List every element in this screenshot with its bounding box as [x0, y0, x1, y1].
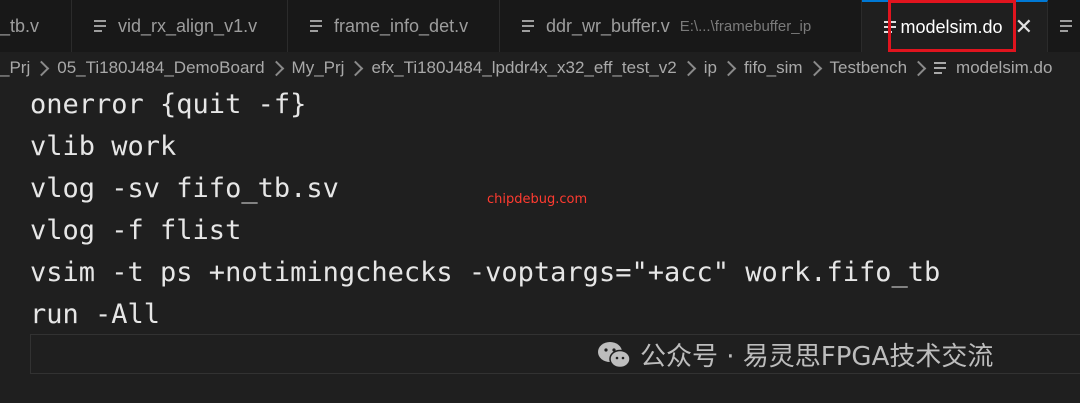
- chevron-right-icon: [33, 60, 50, 76]
- tab-label: modelsim.do: [900, 16, 1003, 37]
- close-icon[interactable]: ✕: [1015, 14, 1033, 40]
- code-line[interactable]: run -All: [30, 294, 160, 336]
- tab-label: _tb.v: [0, 15, 40, 36]
- tab-modelsim-do[interactable]: modelsim.do ✕: [862, 0, 1048, 52]
- code-line[interactable]: onerror {quit -f}: [30, 84, 306, 126]
- breadcrumb: _Prj 05_Ti180J484_DemoBoard My_Prj efx_T…: [0, 52, 1080, 84]
- breadcrumb-item-current[interactable]: modelsim.do: [956, 58, 1052, 78]
- channel-watermark: 公众号 · 易灵思FPGA技术交流: [596, 336, 993, 373]
- breadcrumb-item[interactable]: _Prj: [0, 58, 30, 78]
- tab-path-description: E:\...\framebuffer_ip: [679, 17, 812, 35]
- code-line[interactable]: vlog -f flist: [30, 210, 241, 252]
- breadcrumb-item[interactable]: fifo_sim: [744, 58, 803, 78]
- tab-overflow[interactable]: [1048, 0, 1080, 52]
- wechat-icon: [598, 341, 631, 368]
- chevron-right-icon: [910, 60, 927, 76]
- tab-tb-v[interactable]: _tb.v: [0, 0, 72, 52]
- code-line[interactable]: vlog -sv fifo_tb.sv: [30, 168, 339, 210]
- file-lines-icon: [934, 61, 947, 75]
- chevron-right-icon: [348, 60, 364, 76]
- tab-ddr-wr-buffer[interactable]: ddr_wr_buffer.v E:\...\framebuffer_ip: [500, 0, 862, 52]
- channel-watermark-text: 公众号 · 易灵思FPGA技术交流: [640, 342, 994, 372]
- editor-tab-bar: _tb.v vid_rx_align_v1.v frame_info_det.v…: [0, 0, 1080, 52]
- breadcrumb-item[interactable]: efx_Ti180J484_lpddr4x_x32_eff_test_v2: [371, 58, 676, 78]
- file-lines-icon: [310, 19, 322, 33]
- code-line[interactable]: vlib work: [30, 126, 176, 168]
- file-lines-icon: [1060, 19, 1072, 33]
- chevron-right-icon: [268, 60, 284, 76]
- tab-label: vid_rx_align_v1.v: [118, 15, 258, 36]
- site-watermark: chipdebug.com: [487, 192, 588, 207]
- breadcrumb-item[interactable]: ip: [704, 58, 717, 78]
- tab-label: ddr_wr_buffer.v: [546, 15, 670, 36]
- file-lines-icon: [884, 20, 896, 34]
- tab-vid-rx-align[interactable]: vid_rx_align_v1.v: [72, 0, 288, 52]
- chevron-right-icon: [720, 60, 737, 76]
- breadcrumb-item[interactable]: My_Prj: [292, 58, 345, 78]
- code-editor[interactable]: onerror {quit -f} vlib work vlog -sv fif…: [0, 84, 1080, 403]
- code-line[interactable]: vsim -t ps +notimingchecks -voptargs="+a…: [30, 252, 940, 294]
- breadcrumb-item[interactable]: Testbench: [830, 58, 908, 78]
- chevron-right-icon: [806, 60, 822, 76]
- file-lines-icon: [94, 19, 106, 33]
- breadcrumb-item[interactable]: 05_Ti180J484_DemoBoard: [57, 58, 264, 78]
- tab-label: frame_info_det.v: [334, 15, 469, 36]
- file-lines-icon: [522, 19, 534, 33]
- tab-frame-info-det[interactable]: frame_info_det.v: [288, 0, 500, 52]
- chevron-right-icon: [680, 60, 696, 76]
